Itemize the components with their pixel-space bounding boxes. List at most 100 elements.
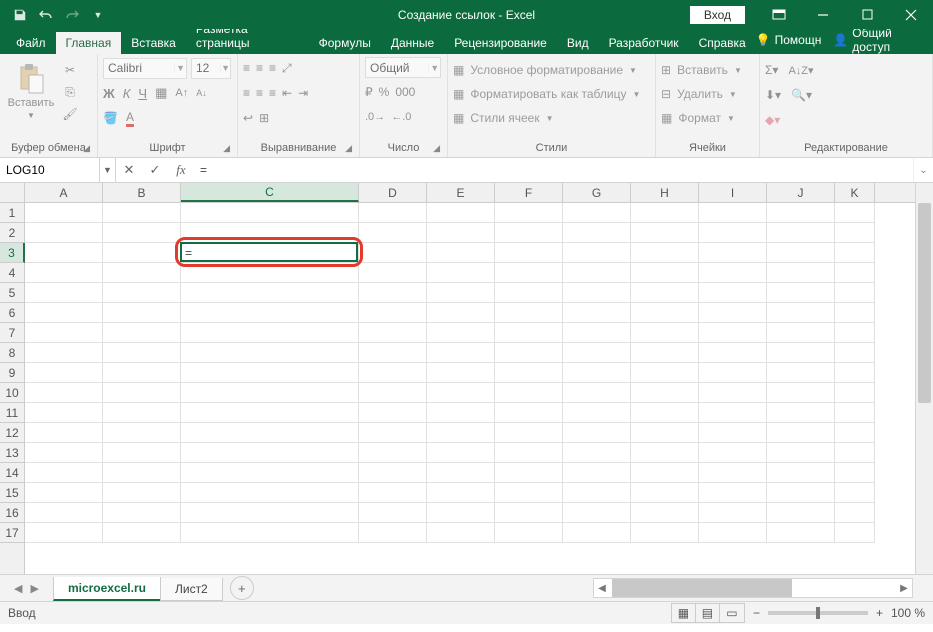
cell-F4[interactable] [495, 263, 563, 283]
cell-C15[interactable] [181, 483, 359, 503]
cell-J10[interactable] [767, 383, 835, 403]
cell-K7[interactable] [835, 323, 875, 343]
qat-customize-icon[interactable]: ▼ [86, 3, 110, 27]
row-header-12[interactable]: 12 [0, 423, 24, 443]
row-header-3[interactable]: 3 [0, 243, 25, 263]
row-header-13[interactable]: 13 [0, 443, 24, 463]
cell-I4[interactable] [699, 263, 767, 283]
cell-D10[interactable] [359, 383, 427, 403]
cells-area[interactable] [25, 203, 915, 574]
cell-J8[interactable] [767, 343, 835, 363]
cell-K3[interactable] [835, 243, 875, 263]
cell-G4[interactable] [563, 263, 631, 283]
align-right-icon[interactable]: ≡ [269, 86, 276, 100]
cell-A7[interactable] [25, 323, 103, 343]
cell-F1[interactable] [495, 203, 563, 223]
cell-K6[interactable] [835, 303, 875, 323]
cell-F14[interactable] [495, 463, 563, 483]
cell-G5[interactable] [563, 283, 631, 303]
cell-C7[interactable] [181, 323, 359, 343]
name-box[interactable] [0, 158, 100, 182]
cell-B2[interactable] [103, 223, 181, 243]
cell-H7[interactable] [631, 323, 699, 343]
cell-B4[interactable] [103, 263, 181, 283]
tab-help[interactable]: Справка [689, 32, 756, 54]
cut-button[interactable]: ✂ [61, 61, 79, 79]
save-button[interactable] [8, 3, 32, 27]
cell-E12[interactable] [427, 423, 495, 443]
conditional-formatting-button[interactable]: ▦Условное форматирование▼ [453, 59, 637, 81]
tab-insert[interactable]: Вставка [121, 32, 186, 54]
cell-E7[interactable] [427, 323, 495, 343]
cell-A12[interactable] [25, 423, 103, 443]
comma-format-icon[interactable]: 000 [395, 85, 415, 99]
zoom-slider[interactable] [768, 611, 868, 615]
name-box-dropdown[interactable]: ▼ [100, 158, 116, 182]
cell-D6[interactable] [359, 303, 427, 323]
expand-formula-bar-button[interactable]: ⌄ [913, 158, 933, 182]
cell-J3[interactable] [767, 243, 835, 263]
cell-B6[interactable] [103, 303, 181, 323]
accounting-format-icon[interactable]: ₽ [365, 85, 373, 99]
cell-I13[interactable] [699, 443, 767, 463]
cell-B14[interactable] [103, 463, 181, 483]
align-left-icon[interactable]: ≡ [243, 86, 250, 100]
decrease-decimal-icon[interactable]: ←.0 [391, 111, 411, 123]
cell-C16[interactable] [181, 503, 359, 523]
wrap-text-icon[interactable]: ↩ [243, 111, 253, 125]
ribbon-options-button[interactable] [757, 0, 801, 29]
cell-G1[interactable] [563, 203, 631, 223]
column-header-D[interactable]: D [359, 183, 427, 202]
cell-E3[interactable] [427, 243, 495, 263]
cell-G7[interactable] [563, 323, 631, 343]
redo-button[interactable] [60, 3, 84, 27]
fill-color-button[interactable]: 🪣 [103, 111, 118, 125]
cell-D3[interactable] [359, 243, 427, 263]
underline-button[interactable]: Ч [138, 86, 147, 101]
cell-A16[interactable] [25, 503, 103, 523]
sheet-nav-next[interactable]: ▶ [30, 582, 38, 595]
dialog-launcher-icon[interactable]: ◢ [433, 143, 440, 154]
cell-F5[interactable] [495, 283, 563, 303]
clear-button[interactable]: ◆▾ [765, 113, 780, 127]
cell-G17[interactable] [563, 523, 631, 543]
cell-G14[interactable] [563, 463, 631, 483]
number-format-combo[interactable]: ▼ [365, 57, 441, 78]
cell-A14[interactable] [25, 463, 103, 483]
cell-A3[interactable] [25, 243, 103, 263]
paste-button[interactable]: Вставить ▼ [5, 57, 57, 120]
cell-F12[interactable] [495, 423, 563, 443]
cell-H8[interactable] [631, 343, 699, 363]
cell-K12[interactable] [835, 423, 875, 443]
cell-B9[interactable] [103, 363, 181, 383]
cell-F17[interactable] [495, 523, 563, 543]
active-cell[interactable]: = [180, 242, 358, 262]
hscroll-right-icon[interactable]: ▶ [896, 583, 912, 594]
cell-C9[interactable] [181, 363, 359, 383]
cell-D14[interactable] [359, 463, 427, 483]
cell-B12[interactable] [103, 423, 181, 443]
cell-D7[interactable] [359, 323, 427, 343]
row-header-7[interactable]: 7 [0, 323, 24, 343]
cell-J14[interactable] [767, 463, 835, 483]
sheet-tab-active[interactable]: microexcel.ru [53, 577, 161, 601]
cell-A9[interactable] [25, 363, 103, 383]
column-header-A[interactable]: A [25, 183, 103, 202]
format-painter-button[interactable]: 🖌 [61, 105, 79, 123]
find-select-button[interactable]: 🔍▾ [791, 88, 812, 102]
minimize-button[interactable] [801, 0, 845, 29]
cell-J9[interactable] [767, 363, 835, 383]
cell-G10[interactable] [563, 383, 631, 403]
bold-button[interactable]: Ж [103, 86, 115, 101]
page-layout-view-button[interactable]: ▤ [696, 604, 720, 622]
cell-I2[interactable] [699, 223, 767, 243]
cell-B17[interactable] [103, 523, 181, 543]
cell-H16[interactable] [631, 503, 699, 523]
cell-A13[interactable] [25, 443, 103, 463]
cell-K14[interactable] [835, 463, 875, 483]
cell-H12[interactable] [631, 423, 699, 443]
cell-K13[interactable] [835, 443, 875, 463]
cell-H17[interactable] [631, 523, 699, 543]
cell-C17[interactable] [181, 523, 359, 543]
cell-C5[interactable] [181, 283, 359, 303]
